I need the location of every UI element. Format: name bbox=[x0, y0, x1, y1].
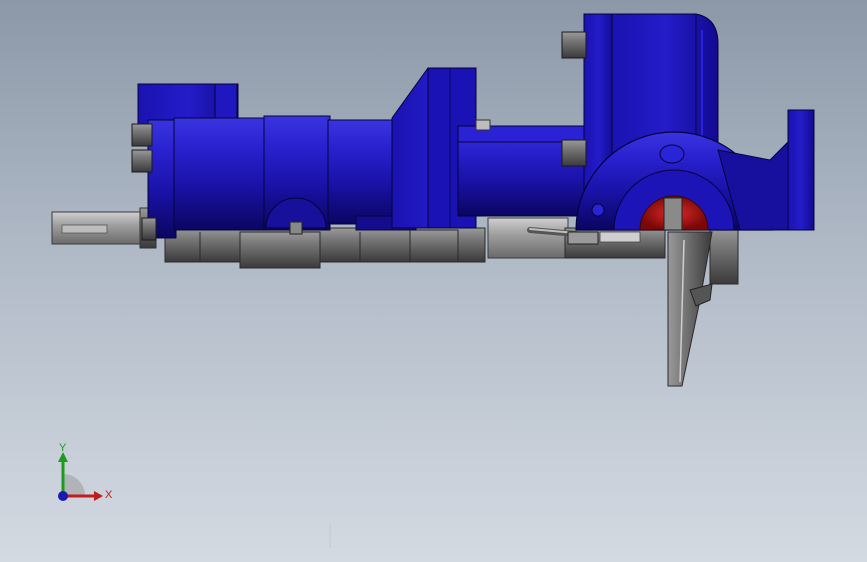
coupling-housing[interactable] bbox=[457, 119, 585, 217]
x-axis-label: X bbox=[105, 489, 113, 501]
y-axis-label: Y bbox=[59, 442, 67, 454]
gearbox-assembly-model[interactable] bbox=[0, 0, 867, 562]
orientation-triad[interactable]: Y X bbox=[48, 440, 118, 510]
motor-housing[interactable] bbox=[137, 83, 417, 239]
x-axis-arrowhead-icon bbox=[94, 491, 103, 501]
cad-viewport[interactable]: Y X bbox=[0, 0, 867, 562]
z-axis-dot-icon bbox=[58, 491, 68, 501]
mixing-blade[interactable] bbox=[667, 231, 713, 387]
input-shaft[interactable] bbox=[51, 207, 157, 249]
housing-bolts bbox=[561, 31, 587, 167]
